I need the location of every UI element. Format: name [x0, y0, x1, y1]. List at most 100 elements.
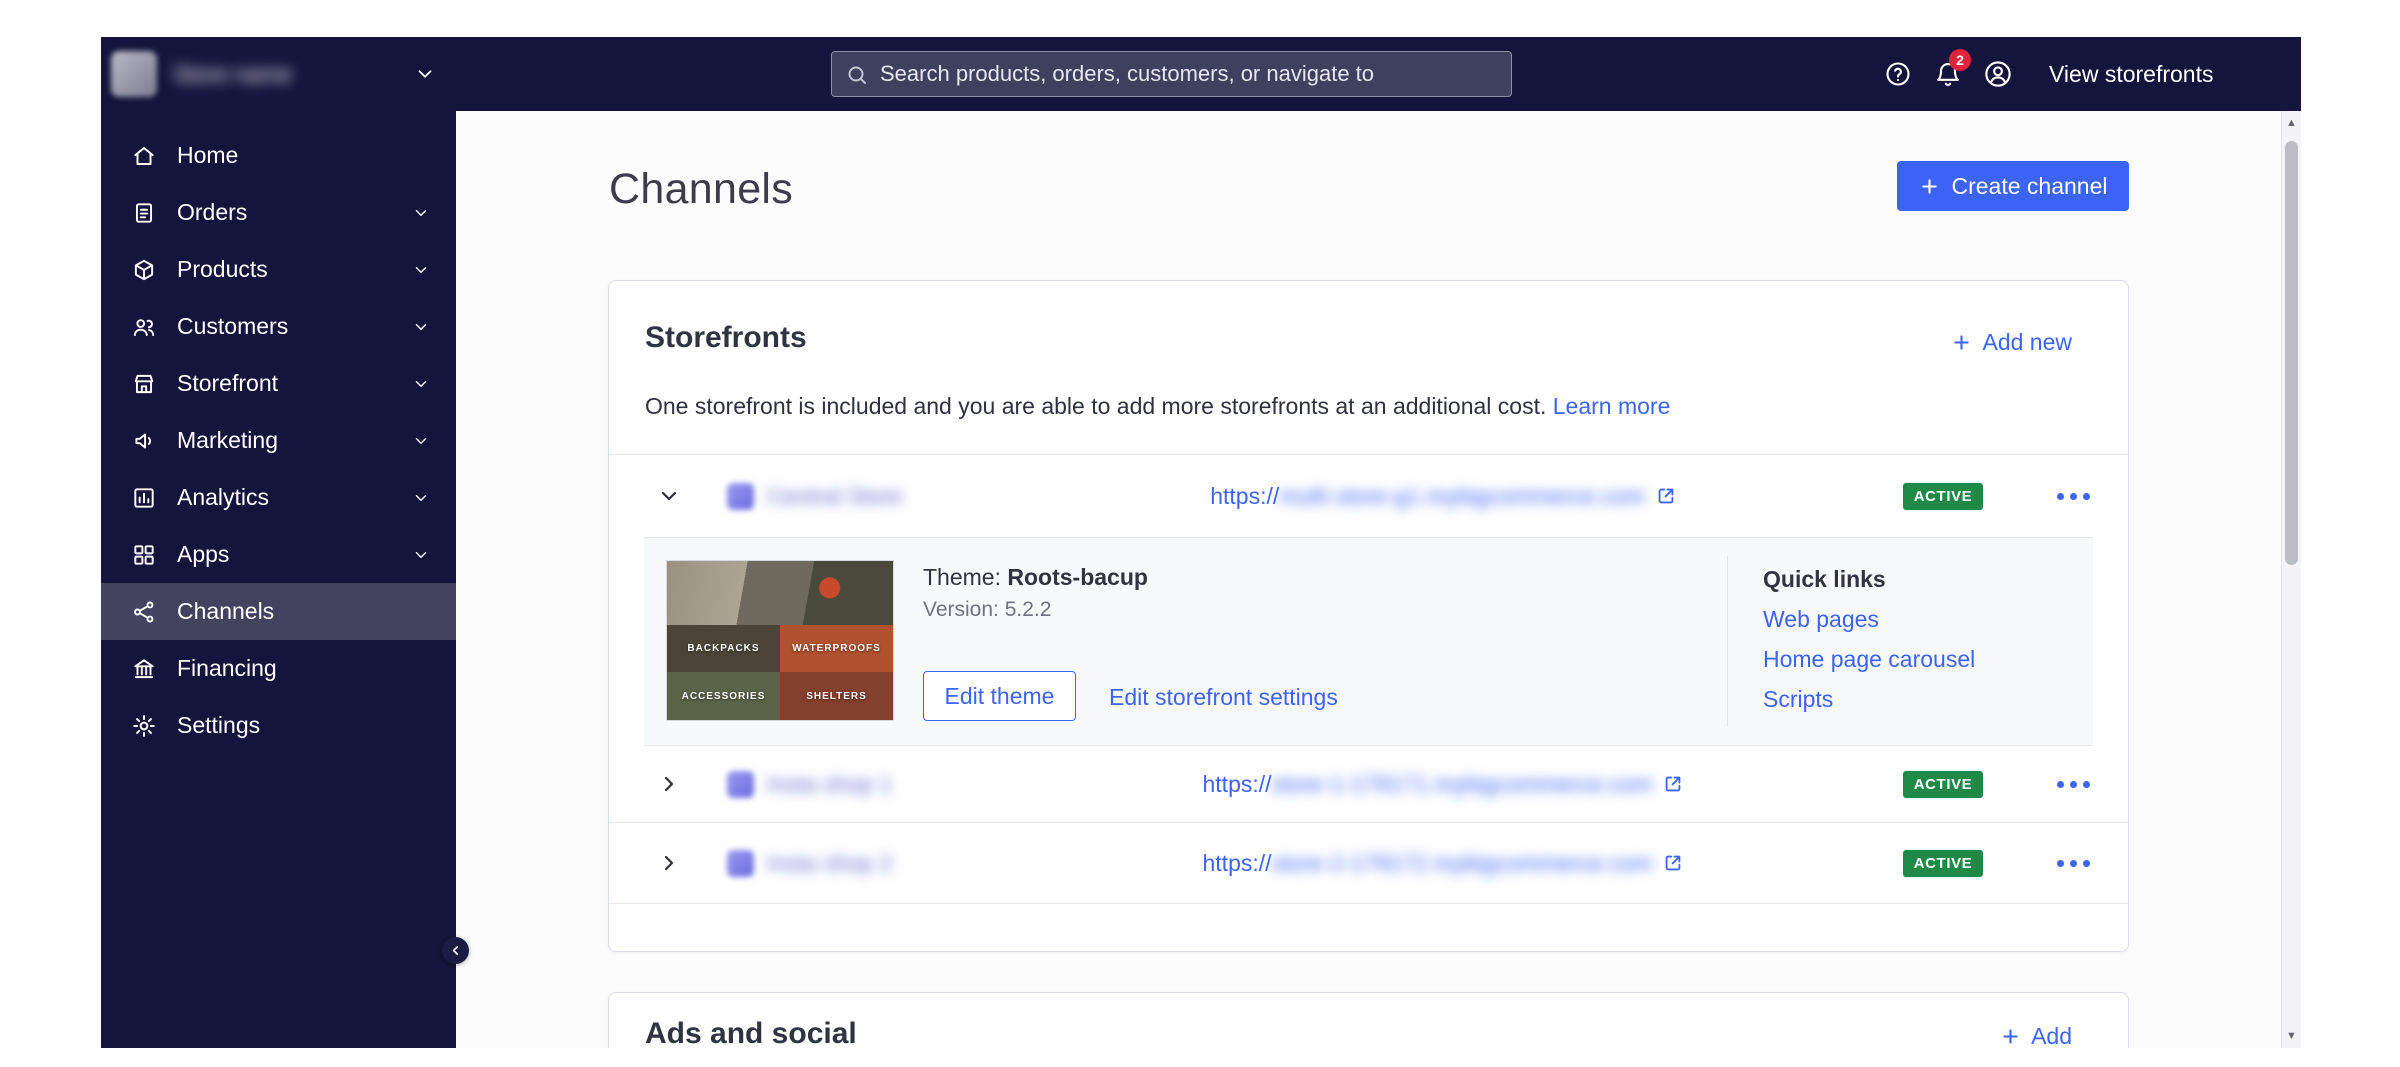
sidebar-item-financing[interactable]: Financing — [101, 640, 456, 697]
row-actions-button[interactable] — [2018, 781, 2128, 788]
expand-row-button[interactable] — [657, 851, 689, 875]
create-channel-label: Create channel — [1952, 173, 2108, 200]
storefront-url[interactable]: https://store-2-179172.mybigcommerce.com — [1203, 850, 1653, 877]
scrollbar-thumb[interactable] — [2285, 141, 2298, 565]
sidebar-item-label: Home — [177, 142, 238, 169]
edit-theme-button[interactable]: Edit theme — [923, 671, 1076, 721]
url-redacted: store-2-179172.mybigcommerce.com — [1272, 850, 1653, 877]
topbar: Store name 2 — [101, 37, 2301, 111]
add-new-storefront-link[interactable]: Add new — [1951, 329, 2072, 356]
scrollbar[interactable]: ▲ ▼ — [2281, 111, 2301, 1048]
chevron-down-icon — [657, 484, 681, 508]
storefront-name[interactable]: Insta shop 2 — [767, 850, 1019, 877]
sidebar-item-label: Settings — [177, 712, 260, 739]
view-storefronts-link[interactable]: View storefronts — [2023, 61, 2253, 88]
url-redacted: multi-store-g1.mybigcommerce.com — [1279, 483, 1645, 510]
sidebar-item-label: Storefront — [177, 370, 278, 397]
apps-icon — [131, 542, 157, 568]
scroll-down-arrow[interactable]: ▼ — [2282, 1030, 2301, 1042]
quick-link-web-pages[interactable]: Web pages — [1763, 606, 1975, 633]
sidebar-item-label: Marketing — [177, 427, 278, 454]
row-actions-button[interactable] — [2018, 493, 2128, 500]
collapse-row-button[interactable] — [657, 484, 689, 508]
chevron-left-icon — [448, 943, 463, 958]
settings-icon — [131, 713, 157, 739]
store-name: Store name — [173, 61, 292, 88]
orders-icon — [131, 200, 157, 226]
store-switcher[interactable]: Store name — [101, 37, 456, 111]
storefront-avatar — [727, 483, 754, 510]
theme-label: Theme: — [923, 564, 1001, 590]
search-input[interactable] — [831, 51, 1512, 97]
ads-add-link[interactable]: Add — [2000, 1023, 2072, 1048]
expand-row-button[interactable] — [657, 772, 689, 796]
external-link-icon[interactable] — [1662, 852, 1684, 874]
sidebar-item-home[interactable]: Home — [101, 127, 456, 184]
ads-social-card: Ads and social Add — [608, 992, 2129, 1048]
sidebar-item-customers[interactable]: Customers — [101, 298, 456, 355]
sidebar-item-storefront[interactable]: Storefront — [101, 355, 456, 412]
sidebar-item-orders[interactable]: Orders — [101, 184, 456, 241]
help-button[interactable] — [1873, 37, 1923, 111]
sidebar-item-apps[interactable]: Apps — [101, 526, 456, 583]
channels-icon — [131, 599, 157, 625]
chevron-down-icon — [412, 546, 430, 564]
quick-links-title: Quick links — [1763, 566, 1975, 593]
quick-links: Quick links Web pages Home page carousel… — [1763, 566, 1975, 713]
add-new-label: Add new — [1982, 329, 2072, 356]
search-icon — [845, 63, 869, 87]
plus-icon — [1919, 176, 1940, 197]
sidebar-item-marketing[interactable]: Marketing — [101, 412, 456, 469]
theme-thumb-tile: BACKPACKS — [667, 625, 780, 673]
status-badge: ACTIVE — [1903, 771, 1984, 798]
plus-icon — [2000, 1026, 2021, 1047]
edit-storefront-settings-link[interactable]: Edit storefront settings — [1109, 684, 1338, 711]
customers-icon — [131, 314, 157, 340]
theme-thumbnail: BACKPACKS WATERPROOFS ACCESSORIES SHELTE… — [666, 560, 894, 721]
sidebar-item-label: Channels — [177, 598, 274, 625]
account-button[interactable] — [1973, 37, 2023, 111]
learn-more-link[interactable]: Learn more — [1553, 393, 1671, 419]
notifications-button[interactable]: 2 — [1923, 37, 1973, 111]
description-text: One storefront is included and you are a… — [645, 393, 1546, 419]
tile-label: ACCESSORIES — [682, 691, 766, 702]
sidebar-item-label: Financing — [177, 655, 277, 682]
theme-thumb-tile: WATERPROOFS — [780, 625, 893, 673]
chevron-down-icon — [412, 375, 430, 393]
row-actions-button[interactable] — [2018, 860, 2128, 867]
main-content: Channels Create channel Storefronts Add … — [456, 111, 2281, 1048]
create-channel-button[interactable]: Create channel — [1897, 161, 2129, 211]
quick-link-scripts[interactable]: Scripts — [1763, 686, 1975, 713]
sidebar-item-products[interactable]: Products — [101, 241, 456, 298]
sidebar-collapse-button[interactable] — [442, 937, 469, 964]
app-body: Home Orders Products Customers Storefron… — [101, 111, 2301, 1048]
sidebar-item-label: Analytics — [177, 484, 269, 511]
storefront-url[interactable]: https://multi-store-g1.mybigcommerce.com — [1210, 483, 1645, 510]
storefront-name[interactable]: Central Store — [767, 483, 1019, 510]
storefront-row-1: Central Store https://multi-store-g1.myb… — [609, 454, 2128, 537]
chevron-down-icon — [412, 261, 430, 279]
theme-thumb-tile: SHELTERS — [780, 672, 893, 720]
chevron-down-icon — [414, 63, 436, 85]
sidebar-item-label: Orders — [177, 199, 247, 226]
notification-badge: 2 — [1949, 49, 1971, 71]
app-window: Store name 2 — [101, 37, 2301, 1048]
storefront-url[interactable]: https://store-1-179171.mybigcommerce.com — [1203, 771, 1653, 798]
chevron-down-icon — [412, 204, 430, 222]
storefront-row-2: Insta shop 1 https://store-1-179171.mybi… — [609, 746, 2128, 822]
theme-info: Theme: Roots-bacup Version: 5.2.2 — [923, 564, 1148, 622]
external-link-icon[interactable] — [1655, 485, 1677, 507]
quick-link-home-page-carousel[interactable]: Home page carousel — [1763, 646, 1975, 673]
sidebar-item-settings[interactable]: Settings — [101, 697, 456, 754]
url-redacted: store-1-179171.mybigcommerce.com — [1272, 771, 1653, 798]
tile-label: SHELTERS — [806, 691, 867, 702]
external-link-icon[interactable] — [1662, 773, 1684, 795]
sidebar-item-analytics[interactable]: Analytics — [101, 469, 456, 526]
sidebar-item-channels[interactable]: Channels — [101, 583, 456, 640]
theme-thumb-hero — [667, 561, 893, 625]
scroll-up-arrow[interactable]: ▲ — [2282, 117, 2301, 129]
storefront-name[interactable]: Insta shop 1 — [767, 771, 1019, 798]
ads-social-title: Ads and social — [645, 1017, 857, 1048]
storefront-rows: Central Store https://multi-store-g1.myb… — [609, 454, 2128, 904]
storefront-icon — [131, 371, 157, 397]
